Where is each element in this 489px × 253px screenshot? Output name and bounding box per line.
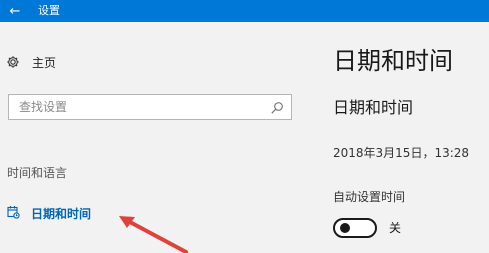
- search-box[interactable]: [8, 94, 292, 120]
- page-title: 日期和时间: [333, 47, 453, 75]
- home-label: 主页: [32, 55, 57, 70]
- toggle-knob: [340, 223, 350, 233]
- auto-time-toggle[interactable]: [333, 218, 377, 238]
- section-heading: 日期和时间: [333, 98, 414, 117]
- auto-time-label: 自动设置时间: [333, 190, 406, 204]
- toggle-state-label: 关: [389, 221, 402, 235]
- search-icon[interactable]: [270, 100, 284, 119]
- sidebar-item-label: 日期和时间: [31, 206, 92, 221]
- sidebar-item-date-time[interactable]: 日期和时间: [7, 204, 91, 222]
- gear-icon: [6, 55, 20, 69]
- home-nav-item[interactable]: 主页: [6, 53, 56, 71]
- title-bar: ← 设置: [0, 0, 489, 22]
- back-button[interactable]: ←: [0, 0, 30, 22]
- window-title: 设置: [38, 4, 60, 17]
- date-time-icon: [7, 204, 20, 223]
- back-arrow-icon: ←: [9, 3, 21, 19]
- search-input[interactable]: [9, 95, 259, 119]
- pointer-arrow-icon: [119, 216, 188, 253]
- section-label-time-language: 时间和语言: [7, 166, 68, 180]
- current-datetime: 2018年3月15日，13:28: [333, 146, 470, 160]
